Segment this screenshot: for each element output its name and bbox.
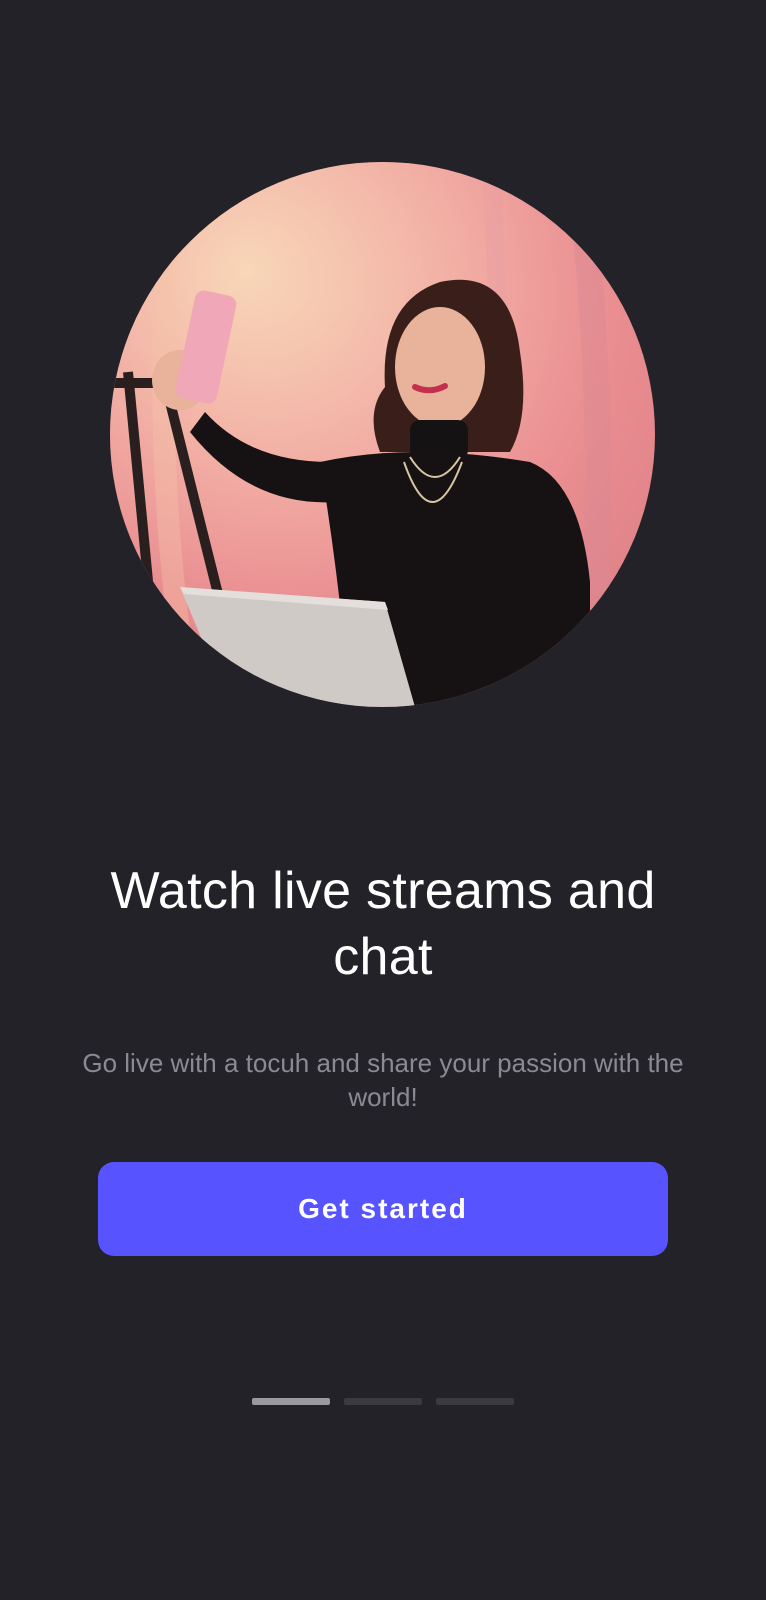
selfie-photo bbox=[110, 162, 655, 707]
onboarding-title: Watch live streams and chat bbox=[110, 862, 656, 986]
page-indicator-dot-2[interactable] bbox=[344, 1398, 422, 1405]
onboarding-subtitle: Go live with a tocuh and share your pass… bbox=[82, 1048, 684, 1112]
page-indicator-dot-3[interactable] bbox=[436, 1398, 514, 1405]
hero-illustration bbox=[110, 162, 655, 707]
page-indicator bbox=[252, 1398, 514, 1405]
page-indicator-dot-1[interactable] bbox=[252, 1398, 330, 1405]
get-started-button[interactable]: Get started bbox=[98, 1162, 668, 1256]
